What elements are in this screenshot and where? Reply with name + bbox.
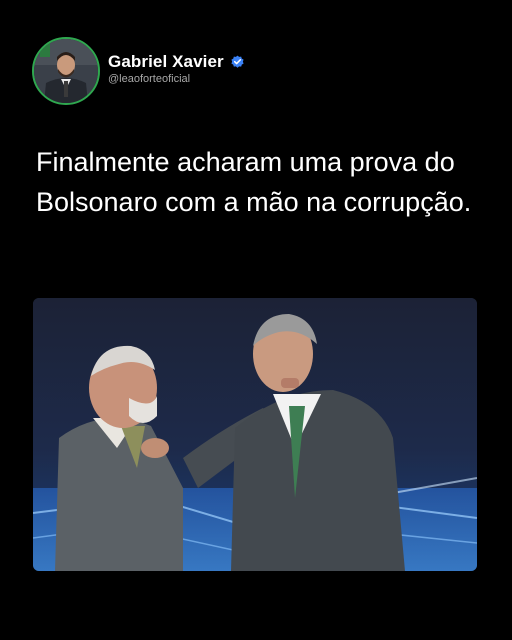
avatar-photo-icon — [34, 39, 98, 103]
post-photo-image — [33, 298, 477, 571]
author-name[interactable]: Gabriel Xavier — [108, 52, 224, 72]
post-header: Gabriel Xavier @leaoforteoficial — [32, 37, 245, 105]
post-photo[interactable] — [33, 298, 477, 571]
verified-badge-icon — [230, 54, 245, 69]
author-handle[interactable]: @leaoforteoficial — [108, 73, 245, 85]
post-text: Finalmente acharam uma prova do Bolsonar… — [36, 147, 472, 217]
author-info: Gabriel Xavier @leaoforteoficial — [108, 52, 245, 85]
author-name-row: Gabriel Xavier — [108, 52, 245, 72]
author-avatar[interactable] — [32, 37, 100, 105]
